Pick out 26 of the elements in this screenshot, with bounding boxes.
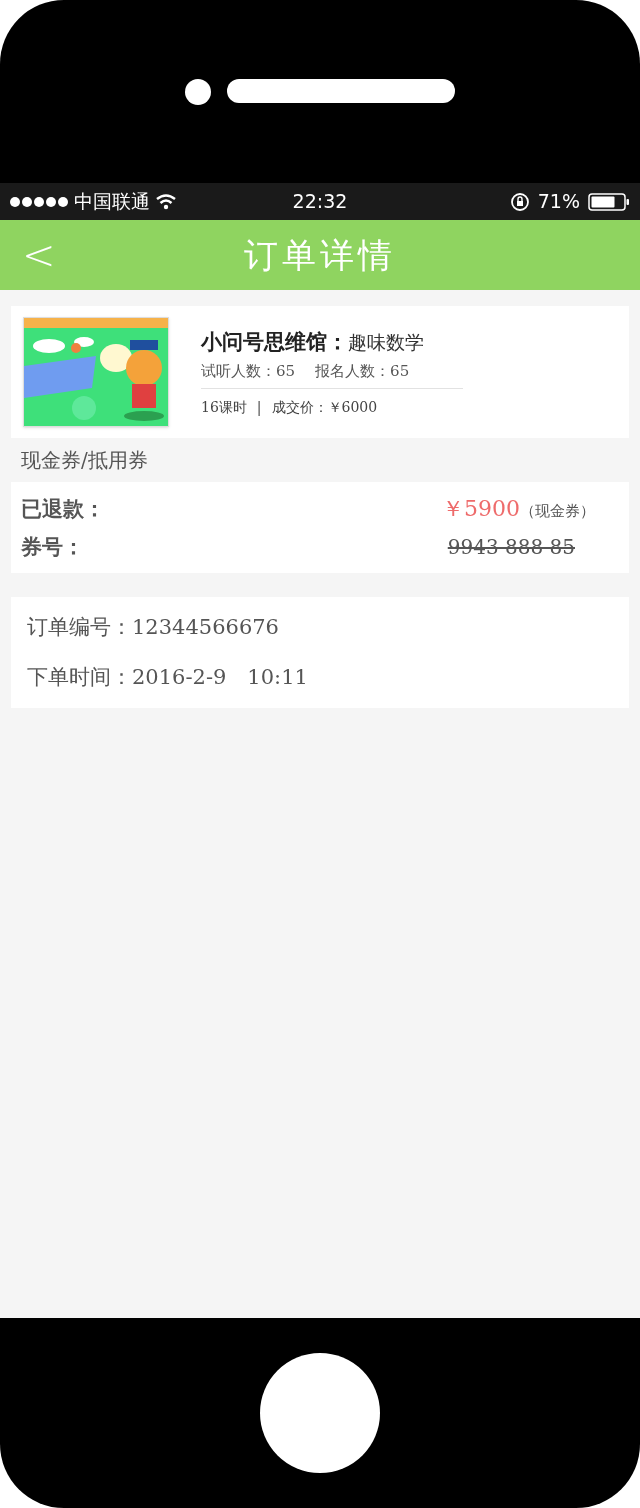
section-title: 现金券/抵用券 bbox=[20, 447, 149, 474]
rotation-lock-icon bbox=[509, 191, 530, 212]
signup-count: 报名人数：65 bbox=[315, 360, 410, 382]
speaker-icon bbox=[227, 79, 455, 103]
voucher-code: 9943 888 85 bbox=[447, 534, 576, 561]
refund-amount: ￥5900 bbox=[442, 495, 520, 524]
order-number: 订单编号：12344566676 bbox=[27, 614, 280, 641]
page-title: 订单详情 bbox=[244, 233, 396, 277]
refund-label: 已退款： bbox=[21, 495, 105, 523]
order-time: 下单时间：2016-2-9 10:11 bbox=[27, 663, 309, 691]
signal-icon bbox=[10, 196, 68, 207]
code-label: 券号： bbox=[21, 533, 84, 562]
camera-icon bbox=[185, 79, 211, 105]
refund-type: （现金券） bbox=[520, 501, 595, 523]
separator: | bbox=[256, 398, 262, 418]
course-name: 小问号思维馆： bbox=[201, 328, 348, 356]
course-hours: 16课时 bbox=[201, 398, 247, 417]
deal-price: 成交价：￥6000 bbox=[271, 398, 378, 417]
battery-percent: 71% bbox=[537, 189, 580, 215]
trial-count: 试听人数：65 bbox=[201, 360, 296, 382]
course-subject: 趣味数学 bbox=[348, 330, 424, 355]
battery-icon bbox=[588, 192, 630, 211]
clock-time: 22:32 bbox=[291, 189, 349, 215]
back-button[interactable]: < bbox=[22, 234, 54, 276]
wifi-icon bbox=[156, 193, 176, 210]
carrier-name: 中国联通 bbox=[74, 189, 150, 215]
